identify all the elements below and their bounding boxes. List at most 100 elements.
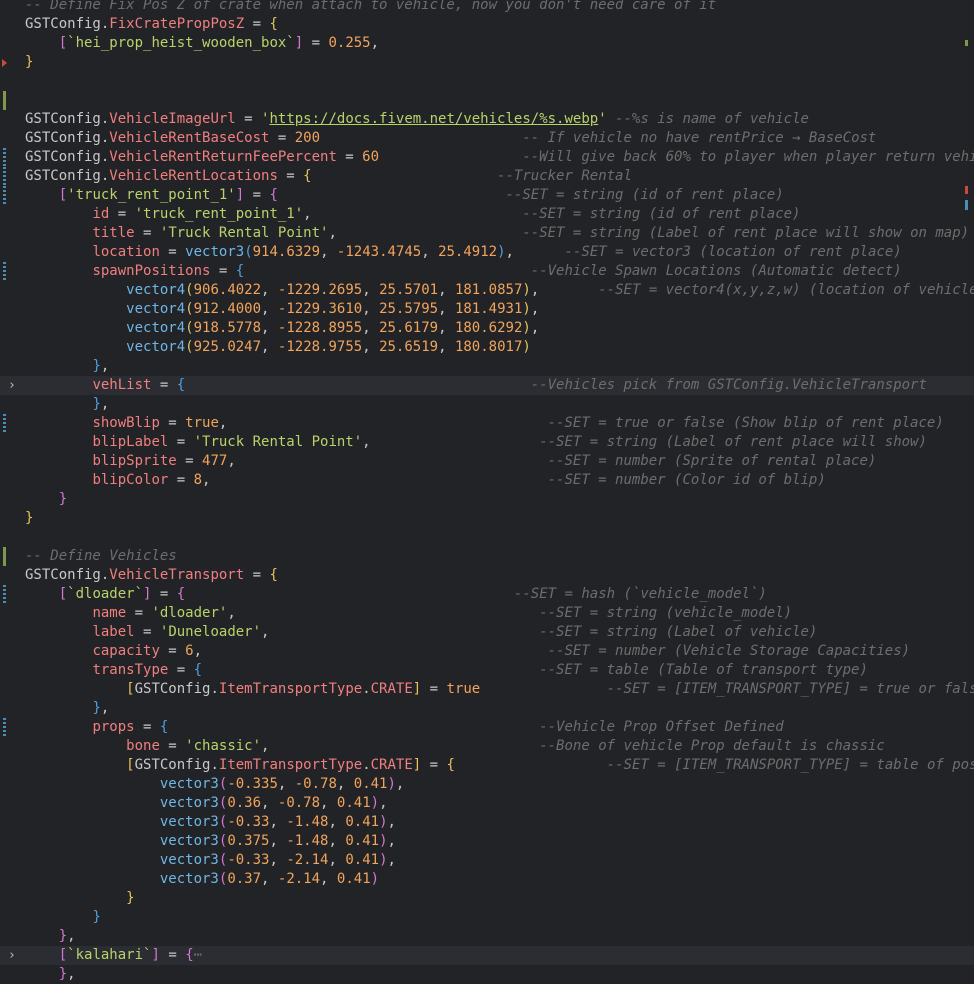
code-text: title = 'Truck Rental Point', --SET = st… (25, 224, 969, 243)
code-line[interactable]: -- Define Vehicles (0, 547, 974, 566)
code-token: -2.14 (286, 852, 329, 868)
code-token: { (269, 187, 278, 203)
git-change-marker[interactable] (3, 547, 6, 566)
code-line[interactable] (0, 72, 974, 91)
code-line[interactable]: vector4(906.4022, -1229.2695, 25.5701, 1… (0, 281, 974, 300)
code-token: , (261, 339, 278, 355)
code-line[interactable]: title = 'Truck Rental Point', --SET = st… (0, 224, 974, 243)
code-line[interactable]: vector3(-0.335, -0.78, 0.41), (0, 775, 974, 794)
code-line[interactable]: vector3(-0.33, -2.14, 0.41), (0, 851, 974, 870)
code-line[interactable]: -- Define Fix Pos Z of crate when attach… (0, 0, 974, 15)
code-text: GSTConfig.VehicleRentBaseCost = 200 -- I… (25, 129, 876, 148)
code-line[interactable]: spawnPositions = { --Vehicle Spawn Locat… (0, 262, 974, 281)
code-token: -0.78 (277, 795, 321, 811)
code-token: , (261, 738, 540, 754)
code-token: , (530, 282, 599, 298)
git-change-marker[interactable] (3, 585, 6, 604)
fold-chevron-icon[interactable]: › (8, 946, 20, 965)
code-line[interactable]: › [`kalahari`] = {⋯ (0, 946, 974, 965)
code-line[interactable]: GSTConfig.VehicleRentLocations = { --Tru… (0, 167, 974, 186)
code-line[interactable]: }, (0, 927, 974, 946)
code-token: } (92, 358, 101, 374)
fold-chevron-icon[interactable]: › (8, 376, 20, 395)
code-line[interactable]: vector3(-0.33, -1.48, 0.41), (0, 813, 974, 832)
code-line[interactable]: name = 'dloader', --SET = string (vehicl… (0, 604, 974, 623)
code-line[interactable]: id = 'truck_rent_point_1', --SET = strin… (0, 205, 974, 224)
code-line[interactable]: blipSprite = 477, --SET = number (Sprite… (0, 452, 974, 471)
code-token: vector4 (126, 320, 186, 336)
code-line[interactable]: location = vector3(914.6329, -1243.4745,… (0, 243, 974, 262)
code-line[interactable]: } (0, 490, 974, 509)
code-token: = (210, 263, 236, 279)
code-line[interactable]: vector3(0.36, -0.78, 0.41), (0, 794, 974, 813)
code-token: = (159, 415, 186, 431)
code-token: props (92, 719, 135, 735)
code-token: GSTConfig. (25, 168, 110, 184)
git-change-marker[interactable] (3, 186, 6, 205)
code-line[interactable]: } (0, 53, 974, 72)
code-line[interactable]: ['truck_rent_point_1'] = { --SET = strin… (0, 186, 974, 205)
code-line[interactable]: vector4(912.4000, -1229.3610, 25.5795, 1… (0, 300, 974, 319)
code-token: ) (370, 871, 380, 887)
git-change-marker[interactable] (3, 148, 6, 167)
code-line[interactable]: [`hei_prop_heist_wooden_box`] = 0.255, (0, 34, 974, 53)
code-line[interactable]: vector4(918.5778, -1228.8955, 25.6179, 1… (0, 319, 974, 338)
code-line[interactable]: props = { --Vehicle Prop Offset Defined (0, 718, 974, 737)
git-change-marker[interactable] (3, 262, 6, 281)
code-line[interactable] (0, 528, 974, 547)
code-line[interactable]: GSTConfig.VehicleImageUrl = 'https://doc… (0, 110, 974, 129)
code-line[interactable]: GSTConfig.VehicleTransport = { (0, 566, 974, 585)
code-line[interactable]: blipLabel = 'Truck Rental Point', --SET … (0, 433, 974, 452)
code-line[interactable]: vector3(0.375, -1.48, 0.41), (0, 832, 974, 851)
code-line[interactable]: showBlip = true, --SET = true or false (… (0, 414, 974, 433)
code-line[interactable]: › vehList = { --Vehicles pick from GSTCo… (0, 376, 974, 395)
code-token: 0.41 (336, 871, 371, 887)
code-line[interactable]: }, (0, 699, 974, 718)
code-line[interactable]: capacity = 6, --SET = number (Vehicle St… (0, 642, 974, 661)
code-token: ItemTransportType (218, 681, 363, 697)
code-line[interactable] (0, 91, 974, 110)
code-token: , (505, 244, 565, 260)
code-line[interactable]: }, (0, 395, 974, 414)
git-deletion-marker[interactable] (2, 59, 7, 67)
code-token: = (244, 187, 270, 203)
code-token: --SET = number (Color id of blip) (547, 472, 826, 488)
code-line[interactable]: } (0, 908, 974, 927)
code-line[interactable]: GSTConfig.FixCratePropPosZ = { (0, 15, 974, 34)
code-token: [ (58, 947, 68, 963)
code-token: --SET = true or false (Show blip of rent… (547, 415, 944, 431)
code-line[interactable]: [`dloader`] = { --SET = hash (`vehicle_m… (0, 585, 974, 604)
code-line[interactable]: GSTConfig.VehicleRentBaseCost = 200 -- I… (0, 129, 974, 148)
git-change-marker[interactable] (3, 414, 6, 433)
code-editor[interactable]: -- Define Fix Pos Z of crate when attach… (0, 0, 974, 984)
code-line[interactable]: label = 'Duneloader', --SET = string (La… (0, 623, 974, 642)
code-text: } (25, 889, 134, 908)
code-token: ] (412, 681, 422, 697)
code-line[interactable]: vector4(925.0247, -1228.9755, 25.6519, 1… (0, 338, 974, 357)
code-token: vector3 (159, 833, 219, 849)
code-line[interactable]: }, (0, 965, 974, 984)
code-line[interactable]: bone = 'chassic', --Bone of vehicle Prop… (0, 737, 974, 756)
code-line[interactable]: vector3(0.37, -2.14, 0.41) (0, 870, 974, 889)
code-line[interactable]: [GSTConfig.ItemTransportType.CRATE] = { … (0, 756, 974, 775)
code-line[interactable]: } (0, 889, 974, 908)
code-token: 0.41 (345, 852, 380, 868)
code-line[interactable]: blipColor = 8, --SET = number (Color id … (0, 471, 974, 490)
git-change-marker[interactable] (3, 91, 6, 110)
git-change-marker[interactable] (3, 167, 6, 186)
code-line[interactable]: GSTConfig.VehicleRentReturnFeePercent = … (0, 148, 974, 167)
code-text: } (25, 908, 100, 927)
code-line[interactable]: [GSTConfig.ItemTransportType.CRATE] = tr… (0, 680, 974, 699)
git-change-marker[interactable] (3, 718, 6, 737)
code-token: -1.48 (286, 833, 329, 849)
code-line[interactable]: transType = { --SET = table (Table of tr… (0, 661, 974, 680)
code-line[interactable]: }, (0, 357, 974, 376)
code-token: = (336, 149, 363, 165)
code-line[interactable]: } (0, 509, 974, 528)
